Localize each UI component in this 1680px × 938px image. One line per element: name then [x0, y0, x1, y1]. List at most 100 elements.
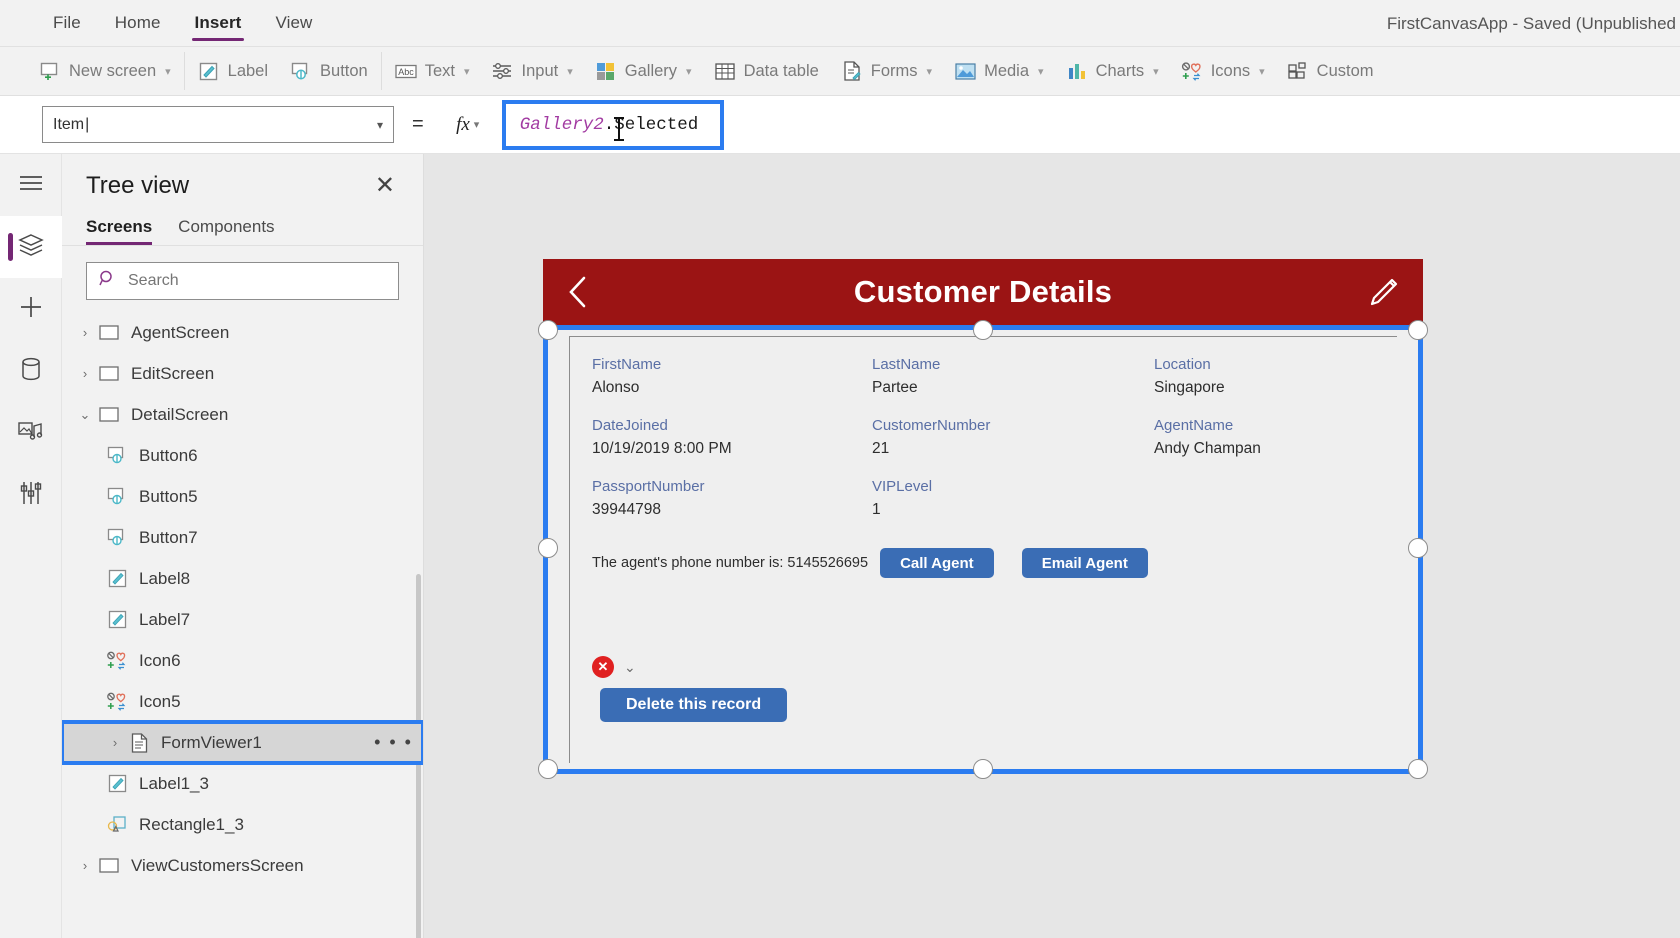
- ribbon-forms-label: Forms: [870, 61, 918, 80]
- agent-contact-row: The agent's phone number is: 5145526695 …: [592, 548, 1148, 578]
- ribbon-label[interactable]: Label: [187, 50, 279, 92]
- search-input[interactable]: [126, 271, 386, 291]
- form-viewer-selection[interactable]: FirstName Alonso LastName Partee Locatio…: [538, 320, 1428, 779]
- chevron-right-icon[interactable]: ›: [74, 366, 96, 381]
- form-viewer: FirstName Alonso LastName Partee Locatio…: [538, 320, 1428, 779]
- resize-handle-middle-left[interactable]: [538, 538, 558, 558]
- error-badge-icon[interactable]: ✕: [592, 656, 614, 678]
- chevron-down-icon: ▾: [686, 65, 692, 78]
- label-icon: [104, 569, 130, 588]
- tree-node-button5[interactable]: Button5: [62, 476, 423, 517]
- resize-handle-bottom-left[interactable]: [538, 759, 558, 779]
- ribbon-divider: [380, 52, 382, 90]
- ribbon-data-table[interactable]: Data table: [703, 50, 830, 92]
- ribbon-forms[interactable]: Forms ▾: [830, 50, 943, 92]
- ribbon-gallery[interactable]: Gallery ▾: [584, 50, 703, 92]
- chevron-down-icon[interactable]: ⌄: [74, 407, 96, 423]
- advanced-tools-button[interactable]: [0, 464, 62, 526]
- delete-record-area: ✕ ⌄ Delete this record: [592, 656, 788, 722]
- ribbon-icons[interactable]: Icons ▾: [1170, 50, 1276, 92]
- svg-text:Abc: Abc: [398, 67, 414, 77]
- tab-components[interactable]: Components: [178, 217, 274, 245]
- ribbon-text-label: Text: [424, 61, 456, 80]
- media-button[interactable]: [0, 402, 62, 464]
- tree-node-agentscreen[interactable]: › AgentScreen: [62, 312, 423, 353]
- fx-button[interactable]: fx ▾: [440, 106, 496, 143]
- resize-handle-top-center[interactable]: [973, 320, 993, 340]
- formula-identifier: Gallery2: [519, 114, 604, 135]
- resize-handle-top-right[interactable]: [1408, 320, 1428, 340]
- tree-node-label: Label8: [139, 568, 191, 588]
- tree-view-header: Tree view ✕: [62, 154, 423, 204]
- icons-icon: [104, 651, 130, 670]
- delete-record-button[interactable]: Delete this record: [600, 688, 788, 722]
- tree-node-detailscreen[interactable]: ⌄ DetailScreen: [62, 394, 423, 435]
- tree-node-icon6[interactable]: Icon6: [62, 640, 423, 681]
- ribbon-custom[interactable]: Custom: [1276, 50, 1385, 92]
- chevron-right-icon[interactable]: ›: [74, 325, 96, 340]
- chevron-down-icon: ▾: [567, 65, 573, 78]
- insert-button[interactable]: [0, 278, 62, 340]
- chevron-right-icon[interactable]: ›: [74, 858, 96, 873]
- more-options-icon[interactable]: • • •: [374, 732, 413, 753]
- ribbon-new-screen[interactable]: New screen ▾: [28, 50, 182, 92]
- data-button[interactable]: [0, 340, 62, 402]
- field-label: Location: [1154, 356, 1211, 373]
- left-icon-rail: [0, 154, 62, 938]
- edit-pencil-icon[interactable]: [1367, 275, 1401, 309]
- tree-node-editscreen[interactable]: › EditScreen: [62, 353, 423, 394]
- error-indicator-row: ✕ ⌄: [592, 656, 787, 678]
- label-icon: [104, 774, 130, 793]
- ribbon-media-label: Media: [984, 61, 1030, 80]
- text-icon: Abc: [395, 61, 417, 81]
- field-label: FirstName: [592, 356, 662, 373]
- tree-node-label8[interactable]: Label8: [62, 558, 423, 599]
- ribbon-text[interactable]: Abc Text ▾: [384, 50, 481, 92]
- menu-item-file[interactable]: File: [36, 0, 98, 47]
- tree-view-button[interactable]: [0, 216, 62, 278]
- text-cursor-icon: [613, 116, 624, 141]
- property-select-value: Item: [53, 116, 89, 134]
- tree-node-list: › AgentScreen › EditScreen ⌄ DetailScree…: [62, 312, 423, 938]
- tree-node-button6[interactable]: Button6: [62, 435, 423, 476]
- tree-node-rectangle1-3[interactable]: Rectangle1_3: [62, 804, 423, 845]
- formula-input[interactable]: Gallery2.Selected: [501, 99, 724, 150]
- ribbon-input[interactable]: Input ▾: [481, 50, 584, 92]
- hamburger-menu-button[interactable]: [0, 154, 62, 216]
- tree-node-label: FormViewer1: [161, 732, 262, 752]
- screen-icon: [96, 366, 122, 381]
- tree-node-label: Rectangle1_3: [139, 814, 244, 834]
- resize-handle-middle-right[interactable]: [1408, 538, 1428, 558]
- icons-icon: [104, 692, 130, 711]
- menu-item-view[interactable]: View: [258, 0, 329, 47]
- tree-view-panel: Tree view ✕ Screens Components › AgentSc…: [62, 154, 424, 938]
- tree-node-button7[interactable]: Button7: [62, 517, 423, 558]
- ribbon-media[interactable]: Media ▾: [943, 50, 1054, 92]
- back-arrow-icon[interactable]: [565, 275, 591, 309]
- screen-icon: [96, 407, 122, 422]
- ribbon-charts[interactable]: Charts ▾: [1055, 50, 1170, 92]
- call-agent-button[interactable]: Call Agent: [880, 548, 994, 578]
- property-select[interactable]: Item ▾: [42, 106, 394, 143]
- resize-handle-top-left[interactable]: [538, 320, 558, 340]
- form-field-firstname: FirstName Alonso: [592, 356, 872, 397]
- close-icon[interactable]: ✕: [369, 172, 401, 200]
- tree-node-label7[interactable]: Label7: [62, 599, 423, 640]
- tree-node-viewcustomersscreen[interactable]: › ViewCustomersScreen: [62, 845, 423, 886]
- ribbon-input-label: Input: [521, 61, 559, 80]
- tree-node-icon5[interactable]: Icon5: [62, 681, 423, 722]
- tab-screens[interactable]: Screens: [86, 217, 153, 245]
- chevron-right-icon[interactable]: ›: [104, 735, 126, 750]
- resize-handle-bottom-right[interactable]: [1408, 759, 1428, 779]
- ribbon-button[interactable]: Button: [279, 50, 379, 92]
- resize-handle-bottom-center[interactable]: [973, 759, 993, 779]
- menu-item-insert[interactable]: Insert: [178, 0, 259, 47]
- field-value: 21: [872, 440, 890, 457]
- menu-item-home[interactable]: Home: [98, 0, 178, 47]
- tree-node-label1-3[interactable]: Label1_3: [62, 763, 423, 804]
- tree-node-formviewer1[interactable]: › FormViewer1 • • •: [62, 720, 423, 765]
- tree-search-box[interactable]: [86, 262, 399, 300]
- fx-label: fx: [456, 113, 470, 135]
- email-agent-button[interactable]: Email Agent: [1021, 548, 1148, 578]
- chevron-down-icon[interactable]: ⌄: [624, 659, 636, 676]
